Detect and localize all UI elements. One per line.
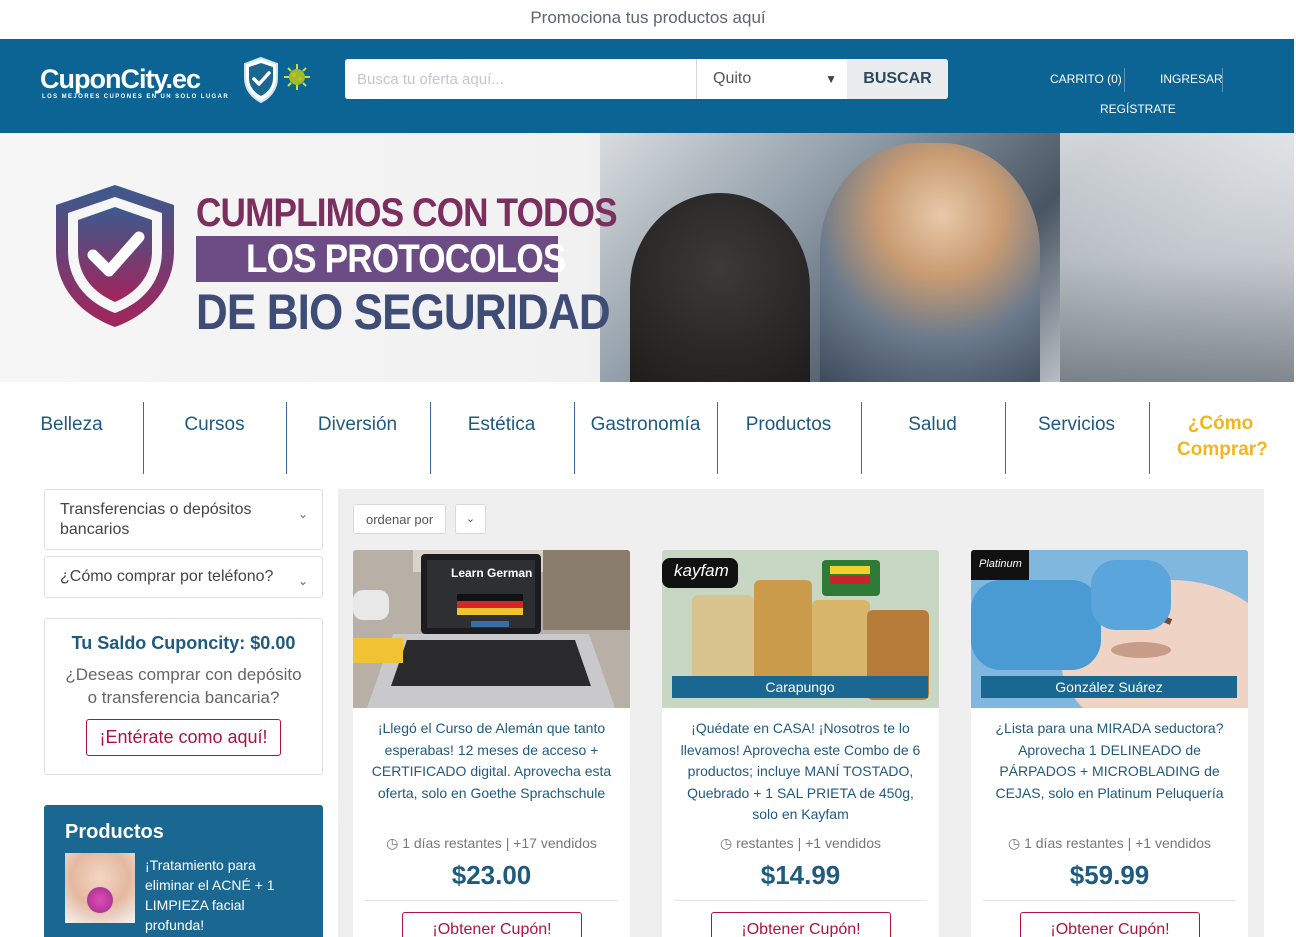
product-thumbnail-accent	[87, 887, 113, 913]
deal-price: $59.99	[1069, 860, 1150, 890]
deal-location: González Suárez	[981, 676, 1237, 698]
login-link[interactable]: INGRESAR	[1160, 72, 1223, 86]
banner-headline-3: DE BIO SEGURIDAD	[196, 284, 611, 340]
search-button[interactable]: BUSCAR	[847, 59, 948, 99]
category-cursos[interactable]: Cursos	[143, 400, 286, 474]
chevron-down-icon: ⌄	[465, 513, 476, 525]
deal-image-caption: Learn German	[451, 566, 533, 580]
banner-photo-salon	[1060, 133, 1294, 382]
logo-text: CuponCity.ec	[40, 64, 201, 94]
header-divider	[1222, 68, 1223, 92]
hero-banner[interactable]: CUMPLIMOS CON TODOS LOS PROTOCOLOS DE BI…	[0, 133, 1294, 382]
chevron-down-icon: ⌄	[297, 507, 308, 521]
how-to-buy-link[interactable]: ¿Cómo Comprar?	[1149, 400, 1292, 474]
deal-meta: ◷ restantes | +1 vendidos	[662, 835, 939, 852]
cart-link[interactable]: CARRITO (0)	[1050, 72, 1122, 86]
brand-logo: kayfam	[674, 561, 729, 580]
sort-dropdown[interactable]: ⌄	[455, 504, 486, 534]
accordion-phone-purchase[interactable]: ¿Cómo comprar por teléfono? ⌄	[44, 556, 323, 598]
banner-photo-client	[630, 193, 810, 382]
deal-card[interactable]: kayfam Carapungo ¡Quédate en CASA! ¡Noso…	[662, 550, 939, 937]
accordion-label: Transferencias o depósitos bancarios	[60, 501, 252, 538]
deal-card[interactable]: Learn German ¡Llegó el Curso de Alemán q…	[353, 550, 630, 937]
virus-icon	[284, 64, 310, 90]
deal-image[interactable]: kayfam Carapungo	[662, 550, 939, 708]
promo-link[interactable]: Promociona tus productos aquí	[0, 0, 1296, 39]
divider	[365, 900, 618, 901]
banner-headline-2: LOS PROTOCOLOS	[246, 237, 566, 281]
deals-panel: ordenar por ⌄ Learn German ¡Llegó el Cur	[338, 489, 1264, 937]
category-salud[interactable]: Salud	[861, 400, 1004, 474]
site-logo[interactable]: CuponCity.ec LOS MEJORES CUPONES EN UN S…	[40, 56, 315, 106]
city-select-value: Quito	[713, 70, 752, 87]
category-estetica[interactable]: Estética	[430, 400, 573, 474]
deal-image[interactable]: Platinum González Suárez	[971, 550, 1248, 740]
search-input[interactable]	[345, 59, 696, 99]
banner-headline-1: CUMPLIMOS CON TODOS	[196, 191, 618, 235]
search-bar: Quito ▼ BUSCAR	[345, 59, 948, 99]
product-link[interactable]: ¡Tratamiento para eliminar el ACNÉ + 1 L…	[145, 855, 295, 935]
register-link[interactable]: REGÍSTRATE	[1100, 102, 1176, 116]
shield-check-icon	[244, 56, 278, 104]
city-select[interactable]: Quito ▼	[696, 59, 847, 99]
deal-description[interactable]: ¡Llegó el Curso de Alemán que tanto espe…	[365, 718, 618, 804]
brand-logo: Platinum	[979, 558, 1022, 570]
get-coupon-button[interactable]: ¡Obtener Cupón!	[1020, 912, 1200, 937]
sort-label[interactable]: ordenar por	[353, 504, 447, 534]
category-nav: Belleza Cursos Diversión Estética Gastro…	[0, 400, 1294, 474]
deal-meta: ◷ 1 días restantes | +1 vendidos	[971, 835, 1248, 852]
category-servicios[interactable]: Servicios	[1005, 400, 1148, 474]
deal-meta-text: 1 días restantes | +17 vendidos	[402, 835, 597, 851]
product-thumbnail[interactable]	[65, 853, 135, 923]
sidebar-products-title: Productos	[65, 821, 164, 843]
deal-meta-text: 1 días restantes | +1 vendidos	[1024, 835, 1212, 851]
category-diversion[interactable]: Diversión	[286, 400, 429, 474]
shield-check-icon	[56, 185, 174, 327]
category-belleza[interactable]: Belleza	[0, 400, 143, 474]
accordion-label: ¿Cómo comprar por teléfono?	[60, 568, 274, 585]
divider	[674, 900, 927, 901]
get-coupon-button[interactable]: ¡Obtener Cupón!	[711, 912, 891, 937]
deal-location: Carapungo	[672, 676, 928, 698]
sidebar-products: Productos ¡Tratamiento para eliminar el …	[44, 805, 323, 937]
clock-icon: ◷	[1007, 835, 1025, 851]
deal-description[interactable]: ¿Lista para una MIRADA seductora? Aprove…	[983, 718, 1236, 804]
divider	[983, 900, 1236, 901]
clock-icon: ◷	[386, 835, 403, 851]
banner-photo-stylist	[820, 143, 1040, 382]
category-productos[interactable]: Productos	[717, 400, 860, 474]
balance-title: Tu Saldo Cuponcity: $0.00	[71, 633, 296, 653]
balance-text: ¿Deseas comprar con depósito o transfere…	[65, 665, 302, 707]
category-gastronomia[interactable]: Gastronomía	[574, 400, 717, 474]
deal-price: $14.99	[760, 860, 841, 890]
deal-card[interactable]: Platinum González Suárez ¿Lista para una…	[971, 550, 1248, 937]
deal-meta-text: restantes | +1 vendidos	[736, 835, 881, 851]
get-coupon-button[interactable]: ¡Obtener Cupón!	[402, 912, 582, 937]
deal-price: $23.00	[451, 860, 532, 890]
accordion-bank-transfer[interactable]: Transferencias o depósitos bancarios ⌄	[44, 489, 323, 550]
deal-description[interactable]: ¡Quédate en CASA! ¡Nosotros te lo llevam…	[674, 718, 927, 826]
header-divider	[1124, 68, 1125, 92]
balance-card: Tu Saldo Cuponcity: $0.00 ¿Deseas compra…	[44, 618, 323, 775]
chevron-down-icon: ⌄	[297, 574, 308, 588]
logo-tagline: LOS MEJORES CUPONES EN UN SOLO LUGAR	[42, 94, 230, 100]
learn-how-button[interactable]: ¡Entérate como aquí!	[86, 719, 281, 756]
deal-image[interactable]: Learn German	[353, 550, 630, 708]
deal-meta: ◷ 1 días restantes | +17 vendidos	[353, 835, 630, 852]
chevron-down-icon: ▼	[825, 72, 837, 86]
clock-icon: ◷	[719, 835, 737, 851]
site-header: CuponCity.ec LOS MEJORES CUPONES EN UN S…	[0, 39, 1294, 133]
